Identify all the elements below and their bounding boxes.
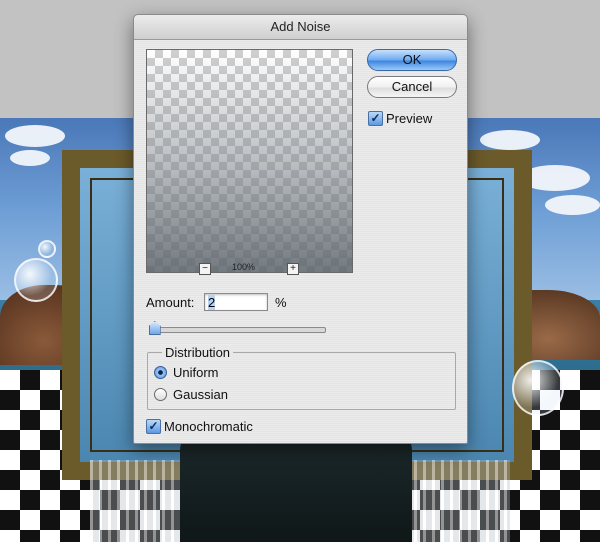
zoom-in-button[interactable]: + [287, 263, 299, 275]
plus-icon: + [290, 263, 296, 274]
amount-unit: % [275, 295, 287, 310]
cloud [5, 125, 65, 147]
cloud [545, 195, 600, 215]
uniform-label: Uniform [173, 365, 219, 380]
checkmark-icon: ✓ [148, 419, 159, 433]
bubble [512, 360, 564, 416]
gaussian-label: Gaussian [173, 387, 228, 402]
zoom-out-button[interactable]: − [199, 263, 211, 275]
monochromatic-checkbox[interactable]: ✓ [146, 419, 161, 434]
preview-checkbox[interactable]: ✓ [368, 111, 383, 126]
amount-label: Amount: [146, 295, 195, 310]
amount-value: 2 [208, 295, 216, 310]
cancel-button[interactable]: Cancel [367, 76, 457, 98]
cloud [10, 150, 50, 166]
amount-slider-thumb[interactable] [148, 321, 161, 335]
suit-figure [180, 430, 412, 542]
uniform-radio[interactable] [154, 366, 167, 379]
distribution-legend: Distribution [162, 345, 234, 360]
amount-slider[interactable] [150, 327, 326, 333]
checkmark-icon: ✓ [370, 111, 381, 125]
dialog-title: Add Noise [134, 15, 467, 40]
amount-input[interactable]: 2 [204, 293, 268, 311]
bubble [14, 258, 58, 302]
add-noise-dialog: Add Noise − 100% + OK Cancel ✓ Preview A… [133, 14, 468, 444]
minus-icon: − [202, 263, 208, 274]
monochromatic-label: Monochromatic [164, 419, 253, 434]
preview-pane[interactable] [146, 49, 353, 273]
ok-button[interactable]: OK [367, 49, 457, 71]
cloud [480, 130, 540, 150]
zoom-level: 100% [232, 262, 256, 272]
preview-label: Preview [386, 111, 433, 126]
gaussian-radio[interactable] [154, 388, 167, 401]
bubble [38, 240, 56, 258]
